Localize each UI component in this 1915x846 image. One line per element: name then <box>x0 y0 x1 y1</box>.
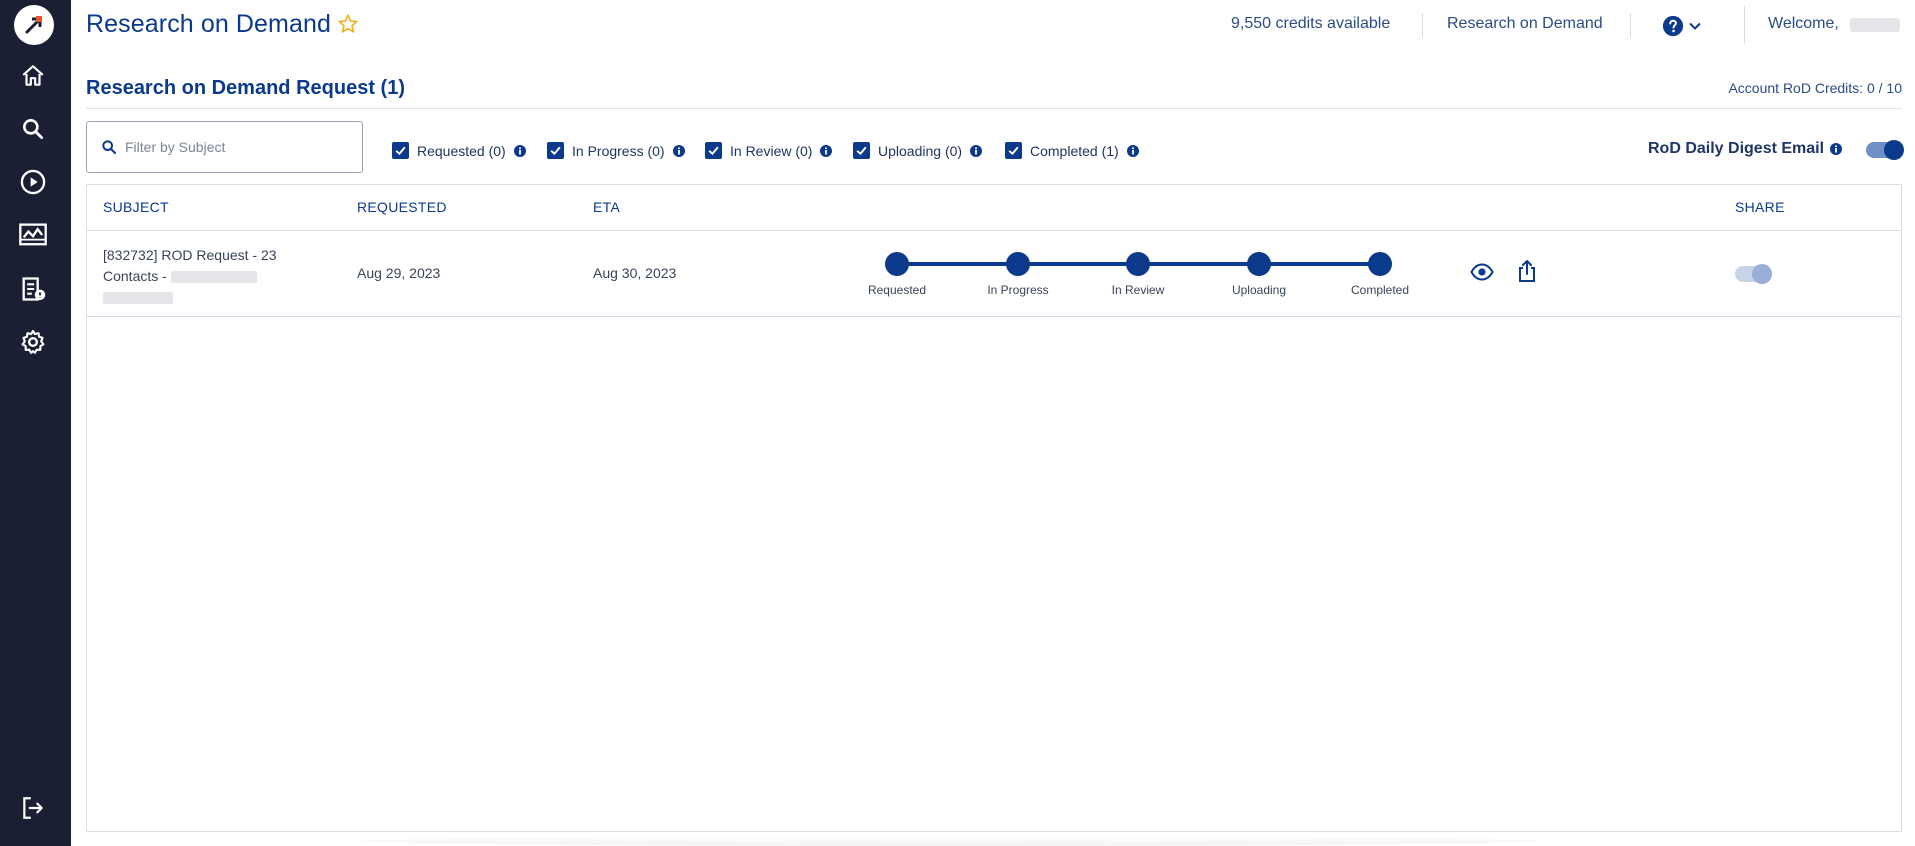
subject-filter[interactable] <box>86 121 363 173</box>
step-in-review: In Review <box>1078 247 1198 297</box>
info-icon[interactable] <box>1830 143 1843 155</box>
header-divider <box>1630 13 1631 37</box>
report-icon[interactable] <box>16 272 50 306</box>
redacted-text <box>170 271 257 284</box>
table-header: SUBJECT REQUESTED ETA SHARE <box>87 185 1901 231</box>
redacted-text <box>103 292 173 305</box>
help-menu-button[interactable] <box>1662 13 1710 39</box>
page-title: Research on Demand <box>86 10 331 38</box>
step-label: Completed <box>1350 283 1410 297</box>
home-icon[interactable] <box>16 59 50 93</box>
column-header-eta[interactable]: ETA <box>593 199 620 215</box>
share-icon[interactable] <box>1517 259 1537 288</box>
step-label: In Review <box>1111 283 1165 297</box>
settings-icon[interactable] <box>16 325 50 359</box>
step-in-progress: In Progress <box>958 247 1078 297</box>
info-icon[interactable] <box>1126 144 1139 157</box>
help-icon <box>1662 15 1684 37</box>
filter-label: Uploading (0) <box>878 142 963 159</box>
step-requested: Requested <box>837 247 957 297</box>
checkbox-checked-icon[interactable] <box>853 142 870 159</box>
section-title: Research on Demand Request (1) <box>86 77 405 99</box>
star-icon[interactable] <box>337 13 359 40</box>
checkbox-checked-icon[interactable] <box>1005 142 1022 159</box>
info-icon[interactable] <box>513 144 526 157</box>
filter-label: Completed (1) <box>1030 142 1119 159</box>
row-eta-date: Aug 30, 2023 <box>593 265 677 281</box>
header-divider <box>1744 6 1745 44</box>
filter-in-review[interactable]: In Review (0) <box>705 142 833 159</box>
filter-in-progress[interactable]: In Progress (0) <box>547 142 685 159</box>
info-icon[interactable] <box>672 144 685 157</box>
eye-icon[interactable] <box>1470 263 1494 286</box>
info-icon[interactable] <box>820 144 833 157</box>
credits-available: 9,550 credits available <box>1231 15 1391 32</box>
logo-icon[interactable] <box>14 5 54 45</box>
digest-email-toggle[interactable] <box>1866 140 1904 160</box>
subject-filter-input[interactable] <box>125 139 355 155</box>
filter-completed[interactable]: Completed (1) <box>1005 142 1139 159</box>
search-icon[interactable] <box>16 112 50 146</box>
checkbox-checked-icon[interactable] <box>705 142 722 159</box>
step-uploading: Uploading <box>1199 247 1319 297</box>
step-label: Requested <box>867 283 927 297</box>
table-row[interactable]: [832732] ROD Request - 23 Contacts - Aug… <box>87 231 1901 317</box>
step-completed: Completed <box>1320 247 1440 297</box>
filter-label: In Progress (0) <box>572 142 665 159</box>
row-subject[interactable]: [832732] ROD Request - 23 Contacts - <box>103 245 283 308</box>
account-rod-credits: Account RoD Credits: 0 / 10 <box>1728 80 1902 96</box>
filter-requested[interactable]: Requested (0) <box>392 142 526 159</box>
redacted-username <box>1850 18 1900 32</box>
digest-email-label: RoD Daily Digest Email <box>1648 140 1825 157</box>
chevron-down-icon <box>1689 22 1701 30</box>
step-label: In Progress <box>987 283 1049 297</box>
search-icon <box>102 140 117 155</box>
column-header-share: SHARE <box>1735 199 1785 215</box>
chart-icon[interactable] <box>16 218 50 252</box>
nav-link-research-on-demand[interactable]: Research on Demand <box>1447 15 1603 33</box>
share-toggle[interactable] <box>1735 264 1772 284</box>
logout-icon[interactable] <box>16 791 50 825</box>
play-icon[interactable] <box>16 165 50 199</box>
filter-label: In Review (0) <box>730 142 813 159</box>
subject-line: Contacts - <box>103 268 167 284</box>
section-divider <box>86 108 1902 109</box>
welcome-text: Welcome, <box>1768 15 1839 32</box>
subject-line: [832732] ROD Request - 23 <box>103 247 277 263</box>
row-requested-date: Aug 29, 2023 <box>357 265 441 281</box>
column-header-subject[interactable]: SUBJECT <box>103 199 169 215</box>
filter-uploading[interactable]: Uploading (0) <box>853 142 983 159</box>
sidebar <box>0 0 71 846</box>
column-header-requested[interactable]: REQUESTED <box>357 199 447 215</box>
page-bottom-shadow <box>360 836 1540 846</box>
status-progress: Requested In Progress In Review Uploadin… <box>857 247 1409 297</box>
step-label: Uploading <box>1231 283 1287 297</box>
info-icon[interactable] <box>970 144 983 157</box>
digest-email-setting: RoD Daily Digest Email <box>1648 140 1843 158</box>
checkbox-checked-icon[interactable] <box>547 142 564 159</box>
requests-table: SUBJECT REQUESTED ETA SHARE [832732] ROD… <box>86 184 1902 832</box>
header-divider <box>1422 13 1423 37</box>
filter-label: Requested (0) <box>417 142 506 159</box>
checkbox-checked-icon[interactable] <box>392 142 409 159</box>
